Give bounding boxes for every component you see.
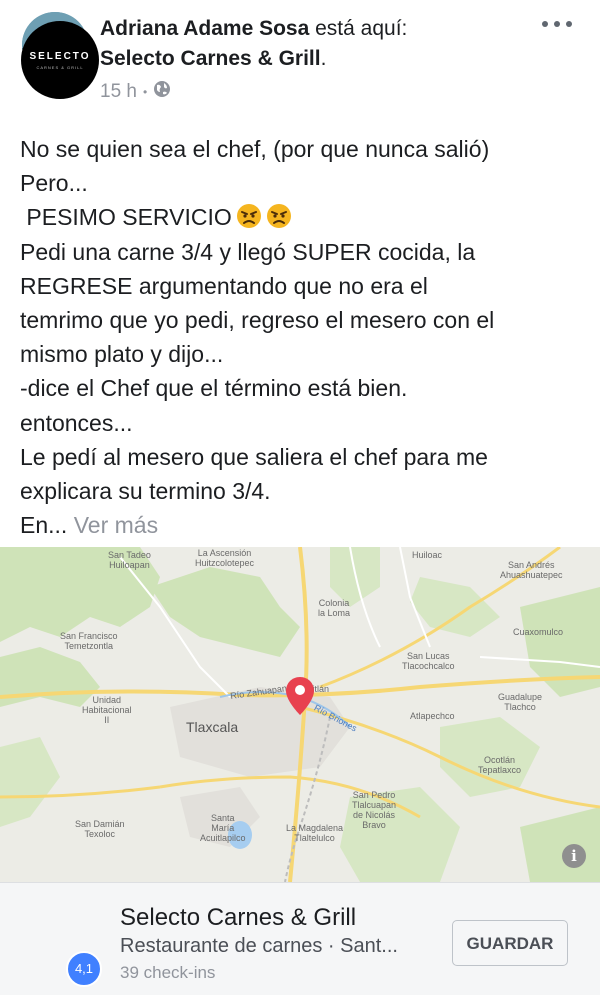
post-line: mismo plato y dijo... [20,341,224,368]
location-map[interactable]: San Tadeo Huiloapan La Ascensión Huitzcolo… [0,547,600,882]
rating-badge: 4,1 [66,951,102,987]
map-label: Huiloac [412,550,443,560]
map-label: San Francisco Temetzontla [60,631,118,651]
post-line: Pero... [20,170,88,197]
map-label: San Pedro Tlalcuapan de Nicolás Bravo [352,790,397,830]
map-label: La Magdalena Tlaltelulco [286,823,344,843]
map-label: Guadalupe Tlachco [498,692,543,712]
map-label: Unidad Habitacional II [82,695,132,725]
logo-text: SELECTO [29,51,91,62]
post-line-with-emoji: PESIMO SERVICIO [20,200,585,234]
angry-face-icon [266,203,292,229]
map-label: La Ascensión Huitzcolotepec [195,548,255,568]
place-link-suffix: . [320,47,327,70]
post-time[interactable]: 15 h [100,81,137,103]
post-line: explicara su termino 3/4. [20,478,271,505]
checkin-phrase: está aquí: [309,17,408,40]
save-button[interactable]: GUARDAR [452,920,568,966]
post-line: -dice el Chef que el término está bien. [20,375,408,402]
post-line: No se quien sea el chef, (por que nunca … [20,136,490,162]
info-icon[interactable]: i [562,844,586,868]
map-label: San Lucas Tlacochcalco [402,651,455,671]
post-line: entonces... [20,409,133,436]
place-checkins: 39 check-ins [120,963,216,982]
place-link[interactable]: Selecto Carnes & Grill [100,47,321,70]
map-label: Colonia la Loma [318,598,351,618]
map-label: Atlapechco [410,711,455,721]
post-line: Pedi una carne 3/4 y llegó SUPER cocida,… [20,238,476,265]
meta-separator: • [142,85,148,99]
post-body: No se quien sea el chef, (por que nunca … [20,132,585,542]
place-category: Restaurante de carnes · Sant... [120,935,398,957]
globe-icon [153,80,171,104]
map-label: Cuaxomulco [513,627,564,637]
map-label: San Damián Texoloc [75,819,125,839]
post-line: Le pedí al mesero que saliera el chef pa… [20,443,488,470]
map-label: San Tadeo Huiloapan [108,550,151,570]
post-line: temrimo que yo pedi, regreso el mesero c… [20,307,495,334]
post-meta: 15 h • [100,80,171,104]
map-pin-icon[interactable] [286,677,314,720]
map-label: San Andrés Ahuashuatepec [500,560,563,580]
logo-subtext: CARNES & GRILL [36,65,84,70]
map-label: Tlaxcala [186,719,239,735]
map-label: Ocotlán Tepatlaxco [478,755,522,775]
post-line-last: En... Ver más [20,512,159,539]
post-line: REGRESE argumentando que no era el [20,272,428,299]
see-more-link[interactable]: Ver más [74,512,158,538]
post-author-line: Adriana Adame Sosa está aquí: Selecto Ca… [100,14,530,74]
place-name[interactable]: Selecto Carnes & Grill [120,904,356,932]
more-horizontal-icon[interactable] [542,14,572,34]
map-label: Santa María Acuitlapilco [200,813,246,843]
angry-face-icon [236,203,262,229]
place-logo[interactable]: SELECTO CARNES & GRILL [21,21,99,99]
author-name[interactable]: Adriana Adame Sosa [100,17,309,40]
